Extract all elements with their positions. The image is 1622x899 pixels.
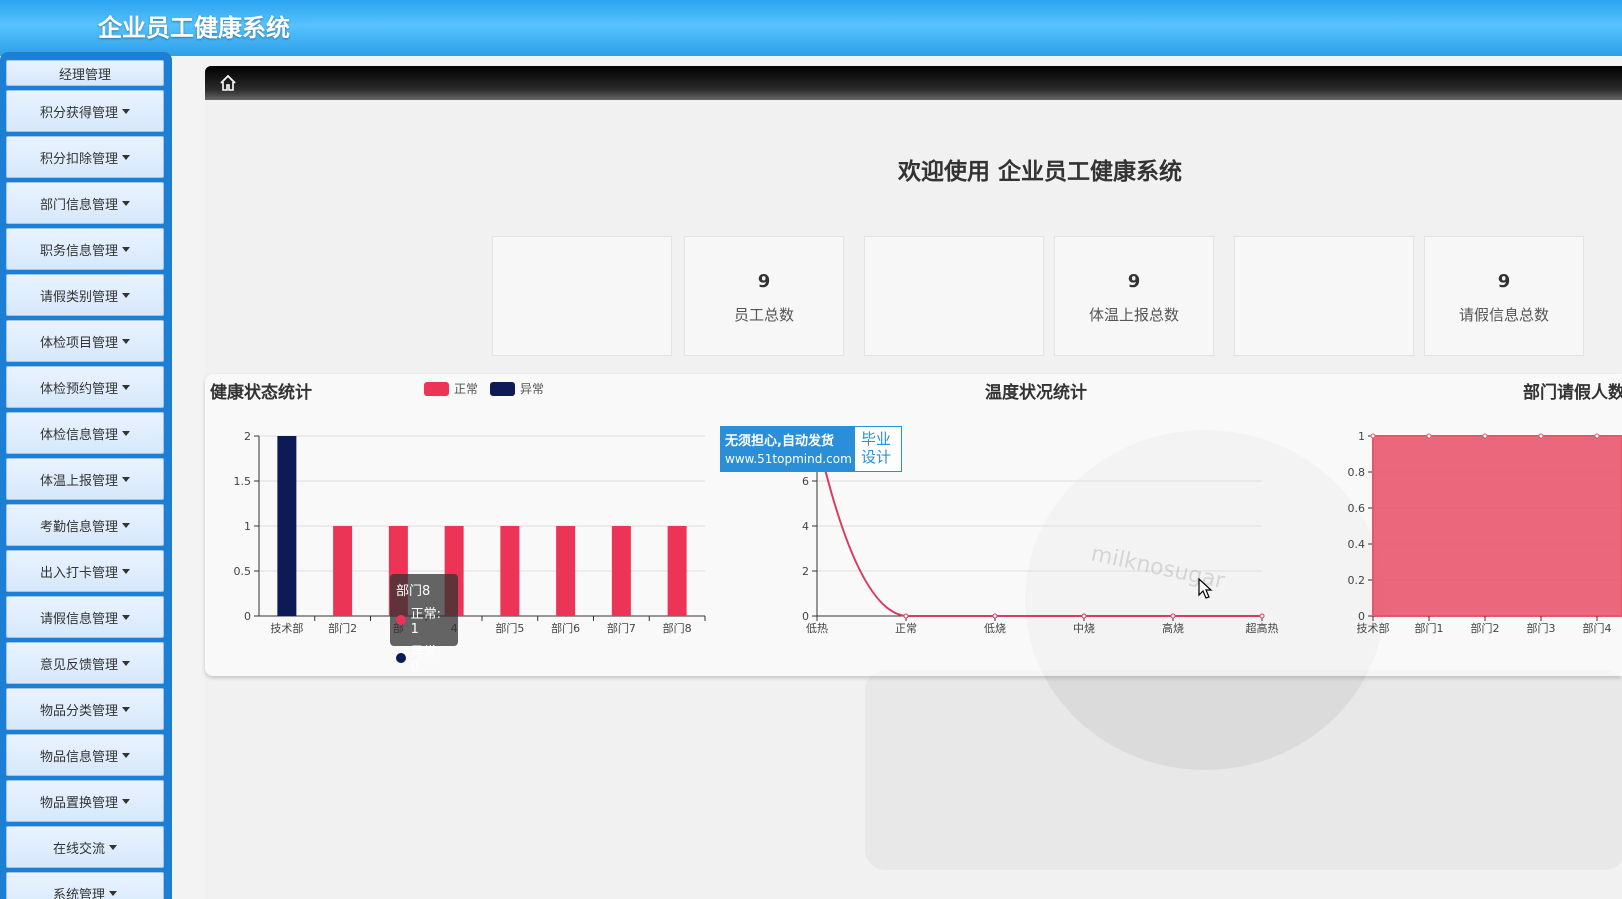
tooltip-text: 异常: 0 xyxy=(410,645,442,675)
tooltip-text: 正常: 1 xyxy=(410,607,442,637)
tooltip-row: 正常: 1 xyxy=(396,603,452,637)
tooltip-title: 部门8 xyxy=(396,584,431,599)
data-point xyxy=(1538,433,1544,439)
tooltip-row: 异常: 0 xyxy=(396,641,452,675)
data-point xyxy=(903,613,909,619)
y-tick-label: 0.5 xyxy=(234,565,252,578)
bar-正常 xyxy=(611,526,631,616)
y-tick-label: 0.4 xyxy=(1348,538,1366,551)
x-tick-label: 部门5 xyxy=(495,621,524,635)
y-tick-label: 1.5 xyxy=(234,475,252,488)
y-tick-label: 2 xyxy=(802,565,809,578)
watermark-line2: www.51topmind.com xyxy=(725,452,852,466)
y-tick-label: 2 xyxy=(244,430,251,443)
y-tick-label: 0 xyxy=(244,610,251,623)
x-tick-label: 中烧 xyxy=(1073,622,1095,635)
y-tick-label: 0.6 xyxy=(1348,502,1366,515)
x-tick-label: 部门7 xyxy=(607,621,636,635)
y-tick-label: 0.8 xyxy=(1348,466,1366,479)
x-tick-label: 部门8 xyxy=(663,621,692,635)
mouse-cursor-icon xyxy=(1198,578,1213,599)
area-fill xyxy=(1372,435,1622,617)
data-point xyxy=(1081,613,1087,619)
watermark-line1: 无须担心,自动发货 xyxy=(725,434,834,449)
y-tick-label: 4 xyxy=(802,520,809,533)
data-point xyxy=(992,613,998,619)
watermark-text: 无须担心,自动发货 www.51topmind.com xyxy=(721,427,855,471)
tooltip-dot xyxy=(396,653,406,663)
x-tick-label: 正常 xyxy=(895,622,917,635)
data-point xyxy=(1594,433,1600,439)
bar-正常 xyxy=(500,526,520,616)
x-tick-label: 超高热 xyxy=(1246,621,1279,635)
bar-正常 xyxy=(556,526,576,616)
x-tick-label: 部门1 xyxy=(1415,621,1444,635)
x-tick-label: 低热 xyxy=(806,622,828,635)
data-point xyxy=(1259,613,1265,619)
x-tick-label: 技术部 xyxy=(270,621,303,635)
y-tick-label: 0.2 xyxy=(1348,574,1366,587)
data-point xyxy=(1170,613,1176,619)
x-tick-label: 低烧 xyxy=(984,622,1006,635)
bar-正常 xyxy=(667,526,687,616)
x-tick-label: 部门6 xyxy=(551,621,580,635)
x-tick-label: 部门4 xyxy=(1583,621,1612,635)
y-tick-label: 1 xyxy=(244,520,251,533)
data-point xyxy=(1482,433,1488,439)
bar-正常 xyxy=(333,526,353,616)
data-point xyxy=(1426,433,1432,439)
x-tick-label: 高烧 xyxy=(1162,621,1184,635)
y-tick-label: 1 xyxy=(1358,430,1365,443)
chart-tooltip: 部门8 正常: 1 异常: 0 xyxy=(390,574,458,675)
watermark-badge: 无须担心,自动发货 www.51topmind.com 毕业 设计 xyxy=(720,426,902,472)
x-tick-label: 部门2 xyxy=(1471,621,1500,635)
x-tick-label: 部门2 xyxy=(328,621,357,635)
watermark-badge-text: 毕业 设计 xyxy=(855,427,901,471)
x-tick-label: 技术部 xyxy=(1357,621,1390,635)
x-tick-label: 部门3 xyxy=(1527,621,1556,635)
tooltip-dot xyxy=(396,615,406,625)
bar-异常 xyxy=(277,436,297,616)
data-point xyxy=(1370,433,1376,439)
y-tick-label: 6 xyxy=(802,475,809,488)
